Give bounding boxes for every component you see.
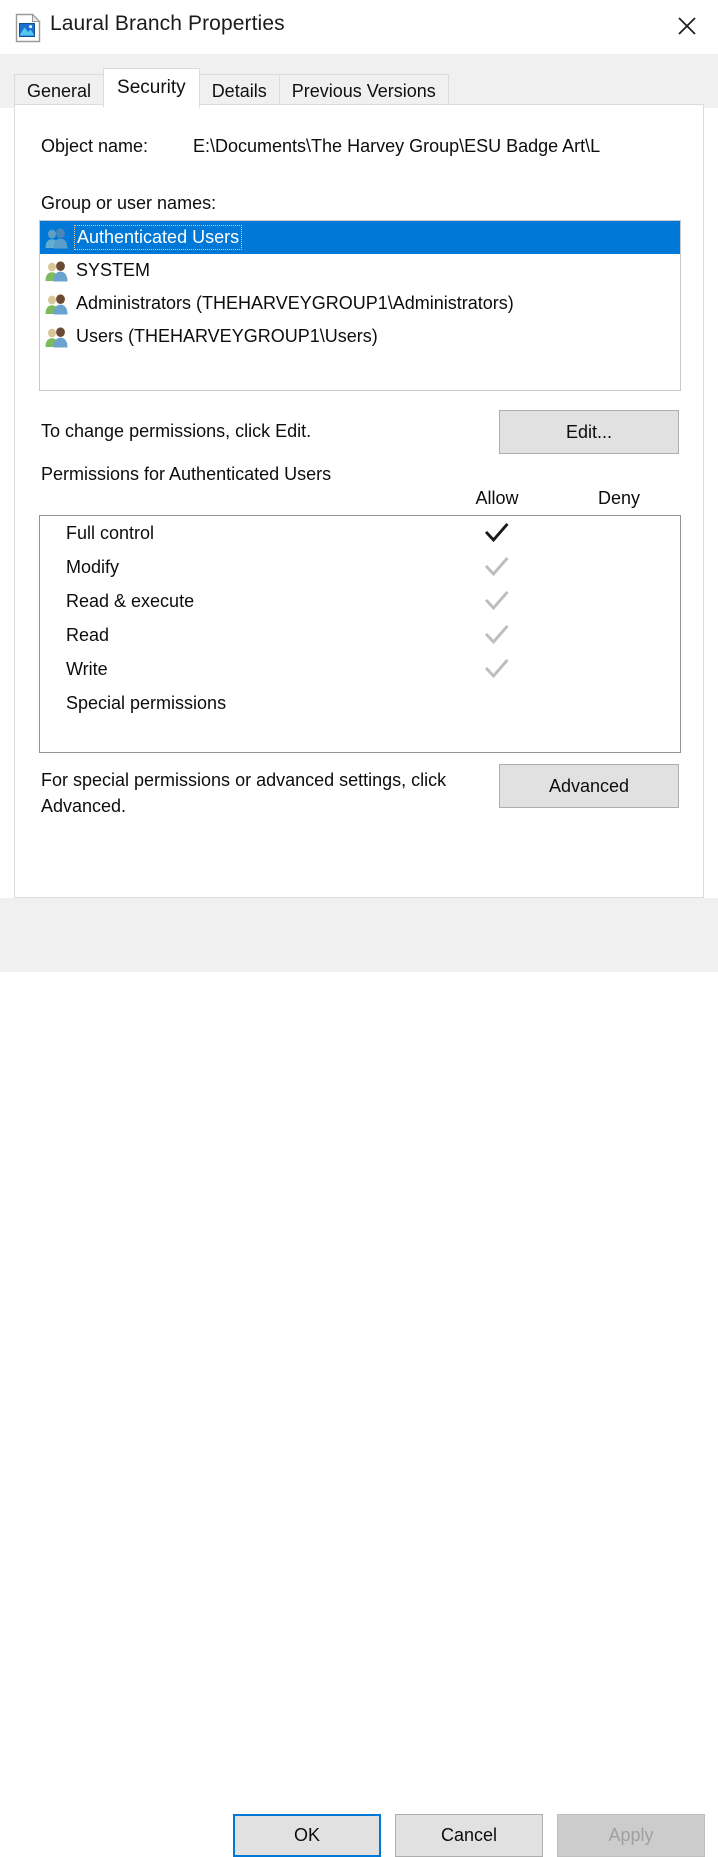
edit-button[interactable]: Edit...: [499, 410, 679, 454]
advanced-hint-text: For special permissions or advanced sett…: [41, 770, 447, 816]
properties-dialog: Laural Branch Properties General Securit…: [0, 0, 718, 1857]
permission-name: Full control: [66, 522, 155, 543]
image-file-icon: [14, 13, 42, 43]
tab-general[interactable]: General: [14, 74, 105, 108]
apply-button: Apply: [557, 1814, 705, 1857]
security-tab-panel: Object name: E:\Documents\The Harvey Gro…: [14, 104, 704, 898]
list-item[interactable]: SYSTEM: [40, 254, 680, 287]
table-row[interactable]: Write: [40, 652, 680, 686]
list-item[interactable]: Authenticated Users: [40, 221, 680, 254]
permission-name: Modify: [66, 556, 120, 577]
window-title: Laural Branch Properties: [50, 12, 285, 35]
users-group-icon: [44, 259, 70, 283]
permissions-list[interactable]: Full control Modify Read & execute Read …: [39, 515, 681, 753]
allow-checkmark-icon[interactable]: [480, 590, 514, 612]
list-item[interactable]: Administrators (THEHARVEYGROUP1\Administ…: [40, 287, 680, 320]
allow-checkmark-icon[interactable]: [480, 658, 514, 680]
permission-name: Special permissions: [66, 692, 227, 713]
list-item-label: SYSTEM: [76, 260, 151, 280]
object-name-value: E:\Documents\The Harvey Group\ESU Badge …: [193, 136, 601, 156]
tab-list: General Security Details Previous Versio…: [14, 68, 449, 108]
tab-previous-versions[interactable]: Previous Versions: [278, 74, 449, 108]
list-item-label: Users (THEHARVEYGROUP1\Users): [76, 326, 378, 346]
permission-name: Write: [66, 658, 108, 679]
column-header-allow: Allow: [475, 488, 519, 508]
edit-hint-text: To change permissions, click Edit.: [41, 421, 312, 441]
group-or-user-names-label: Group or user names:: [41, 193, 217, 213]
list-item-label: Administrators (THEHARVEYGROUP1\Administ…: [76, 293, 514, 313]
permission-name: Read & execute: [66, 590, 195, 611]
allow-checkmark-icon[interactable]: [480, 624, 514, 646]
tab-security[interactable]: Security: [103, 68, 200, 108]
list-item[interactable]: Users (THEHARVEYGROUP1\Users): [40, 320, 680, 353]
ok-button[interactable]: OK: [233, 1814, 381, 1857]
allow-checkmark-icon[interactable]: [480, 556, 514, 578]
tab-strip: General Security Details Previous Versio…: [0, 54, 718, 108]
dialog-footer: OK Cancel Apply: [0, 898, 718, 1857]
table-row[interactable]: Modify: [40, 550, 680, 584]
users-group-icon: [44, 325, 70, 349]
table-row[interactable]: Full control: [40, 516, 680, 550]
list-item-label: Authenticated Users: [73, 225, 243, 250]
users-group-icon: [44, 292, 70, 316]
close-icon[interactable]: [656, 0, 718, 52]
group-or-user-names-list[interactable]: Authenticated Users SYSTEM Administrator…: [39, 220, 681, 391]
users-group-icon: [44, 226, 70, 250]
cancel-button[interactable]: Cancel: [395, 1814, 543, 1857]
table-row[interactable]: Read: [40, 618, 680, 652]
table-row[interactable]: Special permissions: [40, 686, 680, 720]
title-bar: Laural Branch Properties: [0, 0, 718, 54]
permissions-for-label: Permissions for Authenticated Users: [41, 464, 332, 484]
allow-checkmark-icon[interactable]: [480, 522, 514, 544]
column-header-deny: Deny: [597, 488, 641, 508]
permission-name: Read: [66, 624, 110, 645]
tab-details[interactable]: Details: [198, 74, 280, 108]
object-name-label: Object name:: [41, 136, 149, 156]
advanced-button[interactable]: Advanced: [499, 764, 679, 808]
table-row[interactable]: Read & execute: [40, 584, 680, 618]
